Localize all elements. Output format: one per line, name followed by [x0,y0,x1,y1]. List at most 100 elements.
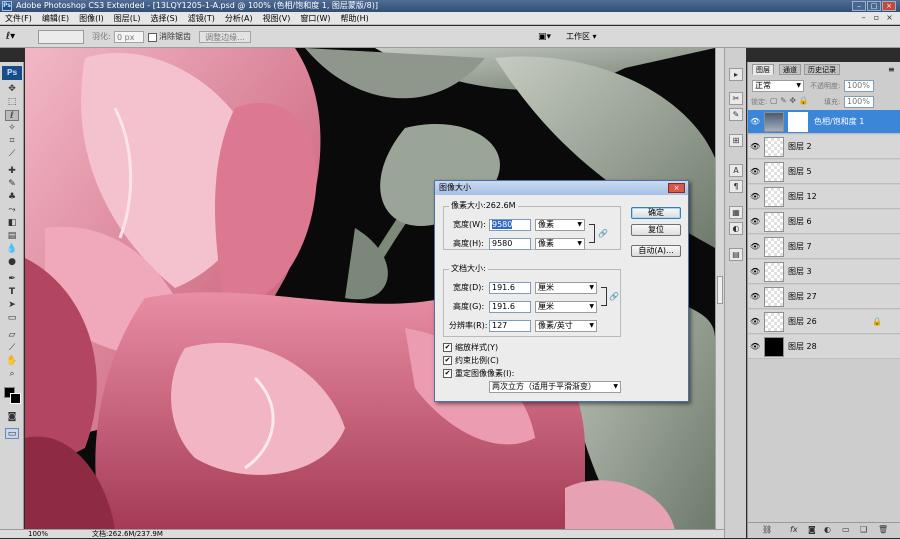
layer-row[interactable]: 👁 图层 26 🔒 [748,310,900,334]
tools-preset-icon[interactable]: ✂ [729,92,743,105]
menu-analysis[interactable]: 分析(A) [220,12,258,25]
resample-checkbox[interactable]: ✔ [443,369,452,378]
feather-input[interactable]: 0 px [114,31,144,43]
character-icon[interactable]: A [729,164,743,177]
delete-layer-icon[interactable]: 🗑 [878,523,888,537]
notes-tool-icon[interactable]: ▱ [5,330,19,341]
eye-icon[interactable]: 👁 [750,267,760,277]
opacity-input[interactable]: 100% [844,80,874,92]
auto-button[interactable]: 自动(A)... [631,245,681,257]
menu-help[interactable]: 帮助(H) [336,12,374,25]
eye-icon[interactable]: 👁 [750,342,760,352]
lasso-tool-preset-icon[interactable]: ℓ▾ [6,31,26,43]
background-color-swatch[interactable] [10,393,21,404]
navigator-icon[interactable]: ▸ [729,68,743,81]
new-group-icon[interactable]: ▭ [842,523,850,537]
layer-row[interactable]: 👁 图层 28 [748,335,900,359]
vertical-scrollbar[interactable] [715,48,724,530]
menu-edit[interactable]: 编辑(E) [37,12,74,25]
swatches-icon[interactable]: ▤ [729,248,743,261]
dodge-tool-icon[interactable]: ● [5,257,19,268]
refine-edge-button[interactable]: 调整边缘... [199,31,251,43]
gradient-tool-icon[interactable]: ▤ [5,231,19,242]
reset-button[interactable]: 复位 [631,224,681,236]
dialog-close-icon[interactable]: × [668,183,685,193]
resample-method-select[interactable]: 两次立方（适用于平滑渐变） ▼ [489,381,621,393]
add-mask-icon[interactable]: ◙ [808,523,816,537]
tab-layers[interactable]: 图层 [752,64,774,75]
resolution-unit-select[interactable]: 像素/英寸 ▼ [535,320,597,332]
menu-window[interactable]: 窗口(W) [295,12,335,25]
constrain-checkbox[interactable]: ✔ [443,356,452,365]
clone-stamp-icon[interactable]: ♣ [5,192,19,203]
type-tool-icon[interactable]: T [5,287,19,298]
doc-height-input[interactable]: 191.6 [489,301,531,313]
marquee-tool-icon[interactable]: ⬚ [5,97,19,108]
info-icon[interactable]: ▦ [729,206,743,219]
scale-styles-checkbox[interactable]: ✔ [443,343,452,352]
new-layer-icon[interactable]: ❑ [860,523,867,537]
link-layers-icon[interactable]: ⛓ [762,523,772,537]
scroll-thumb[interactable] [717,276,723,304]
crop-tool-icon[interactable]: ⌗ [5,136,19,147]
eye-icon[interactable]: 👁 [750,242,760,252]
eye-icon[interactable]: 👁 [750,117,760,127]
menu-layer[interactable]: 图层(L) [109,12,146,25]
eye-icon[interactable]: 👁 [750,217,760,227]
history-brush-icon[interactable]: ⤳ [5,205,19,216]
brushes-icon[interactable]: ✎ [729,108,743,121]
shape-tool-icon[interactable]: ▭ [5,313,19,324]
eye-icon[interactable]: 👁 [750,167,760,177]
doc-close-icon[interactable]: × [884,13,895,23]
menu-image[interactable]: 图像(I) [74,12,109,25]
pen-tool-icon[interactable]: ✒ [5,274,19,285]
layer-row[interactable]: 👁 图层 7 [748,235,900,259]
width-unit-select[interactable]: 像素 ▼ [535,219,585,231]
minimize-icon[interactable]: – [852,1,866,11]
lasso-tool-icon[interactable]: ℓ [5,110,19,121]
doc-width-unit-select[interactable]: 厘米 ▼ [535,282,597,294]
layer-row[interactable]: 👁 图层 2 [748,135,900,159]
eye-icon[interactable]: 👁 [750,192,760,202]
doc-width-input[interactable]: 191.6 [489,282,531,294]
fill-input[interactable]: 100% [844,96,874,108]
path-select-icon[interactable]: ➤ [5,300,19,311]
doc-height-unit-select[interactable]: 厘米 ▼ [535,301,597,313]
doc-minimize-icon[interactable]: – [858,13,869,23]
menu-file[interactable]: 文件(F) [0,12,37,25]
resolution-input[interactable]: 127 [489,320,531,332]
lock-icons[interactable]: ▢ ✎ ✥ 🔒 [770,96,809,105]
blend-mode-select[interactable]: 正常 ▼ [752,80,804,92]
eraser-tool-icon[interactable]: ◧ [5,218,19,229]
layer-row-hue-saturation[interactable]: 👁 色相/饱和度 1 [748,110,900,134]
layer-style-icon[interactable]: fx [790,523,798,537]
height-unit-select[interactable]: 像素 ▼ [535,238,585,250]
eye-icon[interactable]: 👁 [750,142,760,152]
menu-view[interactable]: 视图(V) [258,12,296,25]
height-input[interactable]: 9580 [489,238,531,250]
layer-row[interactable]: 👁 图层 12 [748,185,900,209]
ok-button[interactable]: 确定 [631,207,681,219]
width-input[interactable]: 9580 [489,219,531,231]
eyedropper-tool-icon[interactable]: ⟋ [5,149,19,160]
clone-source-icon[interactable]: ⊞ [729,134,743,147]
antialias-checkbox[interactable] [148,33,157,42]
eyedropper-icon[interactable]: ⟋ [5,343,19,354]
menu-filter[interactable]: 滤镜(T) [183,12,220,25]
screen-mode-icon[interactable]: ▭ [5,428,19,439]
brush-tool-icon[interactable]: ✎ [5,179,19,190]
layer-row[interactable]: 👁 图层 3 [748,260,900,284]
panel-menu-icon[interactable]: ≡ [888,65,895,74]
maximize-icon[interactable]: □ [867,1,881,11]
quick-mask-icon[interactable]: ◙ [5,412,19,423]
adjustment-layer-icon[interactable]: ◐ [824,523,831,537]
eye-icon[interactable]: 👁 [750,317,760,327]
paragraph-icon[interactable]: ¶ [729,180,743,193]
layer-row[interactable]: 👁 图层 27 [748,285,900,309]
blur-tool-icon[interactable]: 💧 [5,244,19,255]
selection-mode-buttons[interactable] [38,30,84,44]
workspace-button[interactable]: 工作区 ▾ [566,31,597,43]
magic-wand-icon[interactable]: ✧ [5,123,19,134]
healing-brush-icon[interactable]: ✚ [5,166,19,177]
layer-mask-thumbnail[interactable] [788,112,808,132]
